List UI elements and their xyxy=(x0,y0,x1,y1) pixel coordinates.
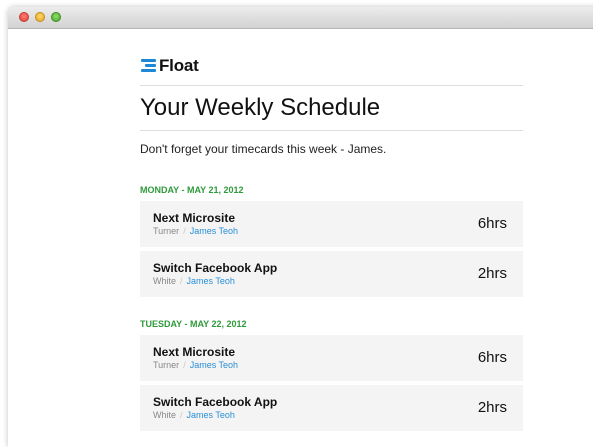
separator: / xyxy=(180,410,183,420)
day-heading: TUESDAY - MAY 22, 2012 xyxy=(140,319,247,329)
project-name: Switch Facebook App xyxy=(153,261,278,275)
schedule-item[interactable]: Switch Facebook App White / James Teoh 2hr… xyxy=(140,385,523,431)
project-name: Switch Facebook App xyxy=(153,395,278,409)
hours-value: 6hrs xyxy=(477,215,507,232)
separator: / xyxy=(180,276,183,286)
task-meta: White / James Teoh xyxy=(153,410,235,420)
client-name: White xyxy=(153,276,177,286)
person-link[interactable]: James Teoh xyxy=(187,410,235,420)
brand-name: Float xyxy=(159,56,199,75)
person-link[interactable]: James Teoh xyxy=(187,276,235,286)
hours-value: 2hrs xyxy=(477,265,507,282)
schedule-item[interactable]: Next Microsite Turner / James Teoh 6hrs xyxy=(140,201,523,247)
person-link[interactable]: James Teoh xyxy=(190,360,238,370)
zoom-window-button[interactable] xyxy=(51,12,61,22)
task-meta: Turner / James Teoh xyxy=(153,226,238,236)
person-link[interactable]: James Teoh xyxy=(190,226,238,236)
project-name: Next Microsite xyxy=(153,211,236,225)
schedule-item[interactable]: Switch Facebook App White / James Teoh 2hr… xyxy=(140,251,523,297)
hours-value: 6hrs xyxy=(477,349,507,366)
minimize-window-button[interactable] xyxy=(35,12,45,22)
divider xyxy=(140,85,523,86)
project-name: Next Microsite xyxy=(153,345,236,359)
separator: / xyxy=(183,226,186,236)
client-name: Turner xyxy=(153,360,180,370)
page-title: Your Weekly Schedule xyxy=(140,94,381,121)
client-name: White xyxy=(153,410,177,420)
window-titlebar xyxy=(8,7,593,29)
schedule-item[interactable]: Next Microsite Turner / James Teoh 6hrs xyxy=(140,335,523,381)
float-logo[interactable]: Float xyxy=(140,54,523,78)
email-content: Float Your Weekly Schedule Don't forget … xyxy=(140,28,523,431)
client-name: Turner xyxy=(153,226,180,236)
reminder-message: Don't forget your timecards this week - … xyxy=(140,142,387,156)
task-meta: Turner / James Teoh xyxy=(153,360,238,370)
task-meta: White / James Teoh xyxy=(153,276,235,286)
float-logo-icon xyxy=(140,59,156,73)
close-window-button[interactable] xyxy=(19,12,29,22)
divider xyxy=(140,130,523,131)
separator: / xyxy=(183,360,186,370)
day-heading: MONDAY - MAY 21, 2012 xyxy=(140,185,244,195)
hours-value: 2hrs xyxy=(477,399,507,416)
